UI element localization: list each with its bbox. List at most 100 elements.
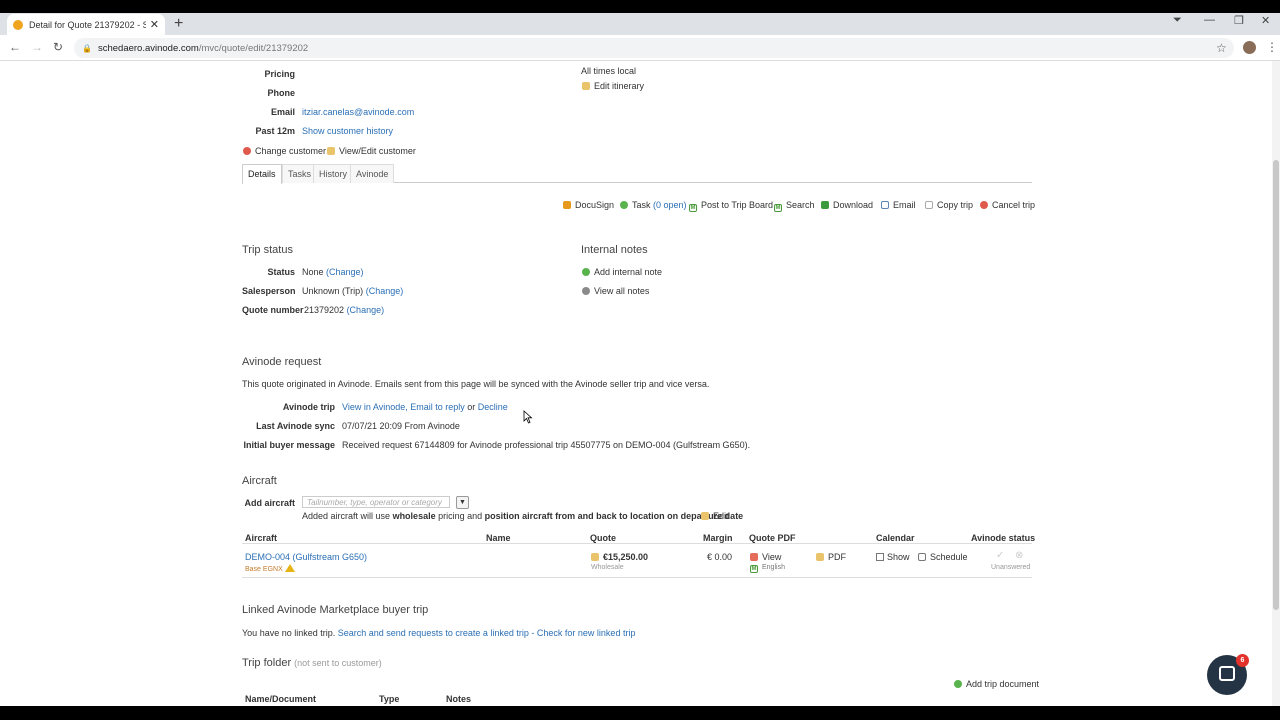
- minimize-icon[interactable]: —: [1204, 14, 1215, 26]
- view-edit-customer-button[interactable]: View/Edit customer: [327, 146, 416, 156]
- email-button[interactable]: Email: [881, 200, 916, 210]
- checkbox[interactable]: [876, 553, 884, 561]
- arrow-right-icon: [582, 287, 590, 295]
- tab-details[interactable]: Details: [242, 164, 282, 184]
- lock-icon: 🔒: [82, 43, 92, 53]
- detail-tabs: Details Tasks History Avinode: [242, 164, 1032, 184]
- last-sync-label: Last Avinode sync: [256, 421, 335, 431]
- edit-icon: [701, 512, 709, 520]
- col-name-document: Name/Document: [245, 694, 317, 704]
- mouse-cursor-icon: [523, 410, 533, 424]
- browser-menu-icon[interactable]: ⋮: [1266, 40, 1278, 54]
- table-divider: [242, 543, 1032, 544]
- copy-icon: [925, 201, 933, 209]
- tab-tasks[interactable]: Tasks: [282, 164, 318, 183]
- tab-strip: [0, 13, 1280, 35]
- quote-change-link[interactable]: (Change): [347, 305, 385, 315]
- buyer-message-label: Initial buyer message: [243, 440, 335, 450]
- check-linked-link[interactable]: Check for new linked trip: [537, 628, 636, 638]
- docusign-button[interactable]: DocuSign: [563, 200, 614, 210]
- close-tab-icon[interactable]: ✕: [150, 18, 159, 31]
- profile-dropdown-icon[interactable]: ⏷: [1173, 14, 1182, 27]
- row-divider: [242, 577, 1032, 578]
- change-customer-button[interactable]: Change customer: [243, 146, 326, 156]
- forward-icon[interactable]: →: [31, 40, 43, 54]
- pdf-language[interactable]: M English: [750, 564, 785, 573]
- aircraft-pricing-note: Added aircraft will use wholesale pricin…: [302, 511, 744, 521]
- past-12m-label: Past 12m: [255, 126, 295, 136]
- chat-icon: [1219, 666, 1235, 681]
- status-change-link[interactable]: (Change): [326, 267, 364, 277]
- quote-value[interactable]: €15,250.00: [591, 552, 648, 562]
- task-button[interactable]: Task (0 open): [620, 200, 687, 210]
- status-label: Status: [267, 267, 295, 277]
- status-value: None (Change): [302, 267, 364, 277]
- marketplace-icon: M: [689, 204, 697, 212]
- edit-icon: [582, 82, 590, 90]
- view-all-notes-button[interactable]: View all notes: [582, 286, 649, 296]
- last-sync-value: 07/07/21 20:09 From Avinode: [342, 421, 460, 431]
- page-content: Pricing Phone Email itziar.canelas@avino…: [0, 61, 1280, 706]
- aircraft-dropdown-button[interactable]: ▼: [456, 496, 469, 509]
- quote-number-value: 21379202 (Change): [304, 305, 385, 315]
- cancel-trip-button[interactable]: Cancel trip: [980, 200, 1035, 210]
- pdf-button[interactable]: PDF: [816, 552, 846, 562]
- reload-icon[interactable]: ↻: [53, 40, 63, 54]
- add-internal-note-button[interactable]: Add internal note: [582, 267, 662, 277]
- favicon-icon: [13, 19, 23, 30]
- tab-history[interactable]: History: [313, 164, 354, 183]
- decline-icon[interactable]: ⊗: [1015, 550, 1023, 561]
- profile-avatar[interactable]: [1243, 41, 1256, 54]
- salesperson-change-link[interactable]: (Change): [366, 286, 404, 296]
- browser-tab[interactable]: Detail for Quote 21379202 - Sch ✕: [7, 14, 165, 35]
- view-in-avinode-link[interactable]: View in Avinode, Email to reply: [342, 402, 465, 412]
- quote-number-label: Quote number: [242, 305, 304, 315]
- chat-badge: 6: [1236, 654, 1249, 667]
- url-text: schedaero.avinode.com/mvc/quote/edit/213…: [97, 42, 309, 54]
- col-margin: Margin: [703, 533, 733, 543]
- add-trip-document-button[interactable]: Add trip document: [954, 679, 1039, 689]
- download-icon: [821, 201, 829, 209]
- scrollbar-thumb[interactable]: [1273, 160, 1279, 610]
- search-button[interactable]: M Search: [774, 200, 815, 212]
- close-window-icon[interactable]: ✕: [1261, 14, 1270, 27]
- aircraft-link[interactable]: DEMO-004 (Gulfstream G650): [245, 552, 367, 562]
- os-bottom-bar: [0, 706, 1280, 720]
- new-tab-icon[interactable]: +: [174, 15, 183, 33]
- avinode-status-value: Unanswered: [991, 564, 1031, 571]
- view-pdf-button[interactable]: View: [750, 552, 781, 562]
- tab-avinode[interactable]: Avinode: [350, 164, 395, 183]
- salesperson-label: Salesperson: [242, 286, 296, 296]
- calendar-show-checkbox[interactable]: Show: [876, 552, 910, 562]
- mail-icon: [881, 201, 889, 209]
- margin-value: € 0.00: [707, 552, 733, 562]
- pricing-label: Pricing: [264, 69, 295, 79]
- salesperson-value: Unknown (Trip) (Change): [302, 286, 404, 296]
- aircraft-base: Base EGNX: [245, 564, 295, 573]
- bookmark-star-icon[interactable]: ☆: [1216, 41, 1227, 55]
- decline-link[interactable]: Decline: [478, 402, 508, 412]
- schedule-button[interactable]: Schedule: [918, 552, 968, 562]
- col-name: Name: [486, 533, 511, 543]
- download-button[interactable]: Download: [821, 200, 873, 210]
- search-send-link[interactable]: Search and send requests to create a lin…: [338, 628, 529, 638]
- accept-icon[interactable]: ✓: [996, 550, 1004, 561]
- col-quote: Quote: [590, 533, 616, 543]
- calendar-icon: [918, 553, 926, 561]
- add-aircraft-input[interactable]: Tailnumber, type, operator or category: [302, 496, 450, 508]
- phone-label: Phone: [267, 88, 295, 98]
- tab-title: Detail for Quote 21379202 - Sch: [29, 19, 146, 30]
- restore-icon[interactable]: ❐: [1234, 14, 1244, 27]
- trip-status-heading: Trip status: [242, 244, 293, 256]
- os-top-bar: [0, 0, 1280, 13]
- back-icon[interactable]: ←: [9, 40, 21, 54]
- edit-itinerary-button[interactable]: Edit itinerary: [582, 81, 644, 91]
- trip-folder-heading: Trip folder (not sent to customer): [242, 657, 382, 669]
- col-aircraft: Aircraft: [245, 533, 278, 543]
- customer-email-link[interactable]: itziar.canelas@avinode.com: [302, 107, 414, 117]
- post-trip-board-button[interactable]: M Post to Trip Board: [689, 200, 773, 212]
- customer-history-link[interactable]: Show customer history: [302, 126, 393, 136]
- copy-trip-button[interactable]: Copy trip: [925, 200, 973, 210]
- url-field[interactable]: 🔒 schedaero.avinode.com/mvc/quote/edit/2…: [74, 38, 1234, 58]
- edit-pricing-button[interactable]: Edit: [701, 511, 729, 521]
